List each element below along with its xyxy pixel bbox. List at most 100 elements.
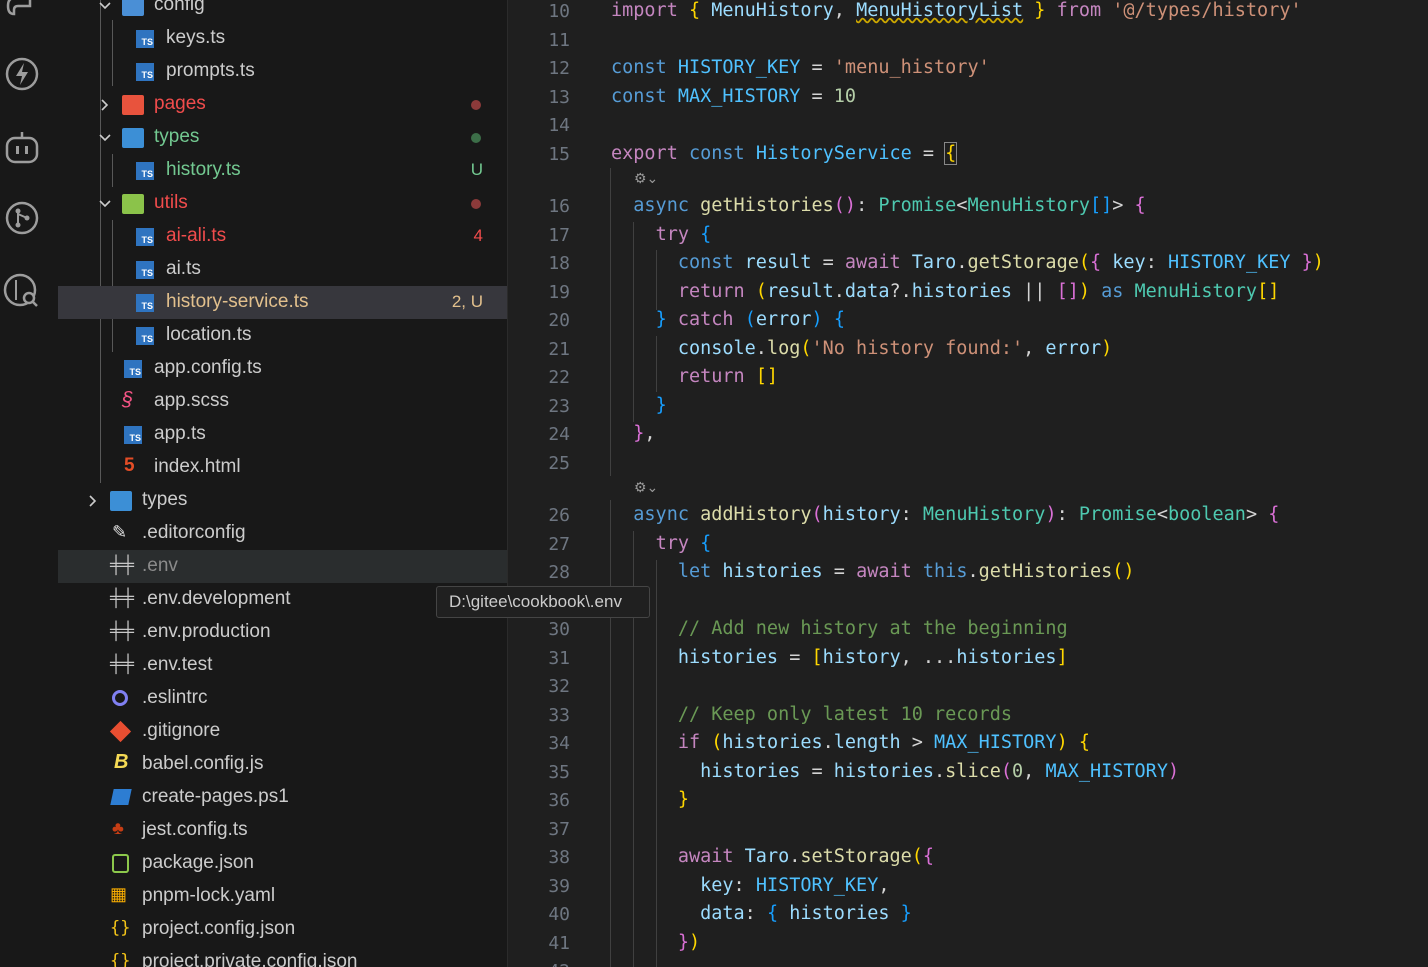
code-editor[interactable]: 10 11 12 13 14 15 16 17 18 19 20 21 22 2…	[508, 0, 1428, 967]
code-line: console.log('No history found:', error)	[677, 338, 1113, 359]
tree-item-label: keys.ts	[166, 27, 226, 48]
tree-item-utils[interactable]: utils	[58, 187, 507, 220]
line-number: 18	[548, 253, 570, 274]
line-number: 40	[548, 904, 570, 925]
python-icon[interactable]	[2, 0, 42, 26]
tree-item-label: pages	[154, 93, 206, 114]
line-number: 28	[548, 562, 570, 583]
tree-item-config[interactable]: config	[58, 0, 507, 22]
tree-item-app-ts[interactable]: TS app.ts	[58, 418, 507, 451]
copilot-lens-icon[interactable]: ⚙⌄	[634, 479, 658, 496]
code-line: const MAX_HISTORY = 10	[611, 86, 857, 107]
tree-item-create-pages-ps1[interactable]: create-pages.ps1	[58, 781, 507, 814]
copilot-lens-icon[interactable]: ⚙⌄	[634, 170, 658, 187]
tree-item-project-config-json[interactable]: {} project.config.json	[58, 913, 507, 946]
line-number: 14	[548, 115, 570, 136]
file-path-tooltip: D:\gitee\cookbook\.env	[436, 586, 650, 618]
env-file-icon: ╪╪	[110, 588, 135, 607]
code-line: let histories = await this.getHistories(…	[677, 561, 1135, 582]
powershell-icon	[110, 789, 132, 805]
copilot-icon[interactable]	[2, 128, 42, 168]
git-lens-icon[interactable]	[2, 270, 42, 310]
tree-item-types-root[interactable]: types	[58, 484, 507, 517]
code-line: // Add new history at the beginning	[677, 618, 1068, 639]
tree-item-label: .gitignore	[142, 720, 221, 741]
line-number: 34	[548, 733, 570, 754]
tree-item-env-test[interactable]: ╪╪ .env.test	[58, 649, 507, 682]
tree-item-jest-config-ts[interactable]: ♣ jest.config.ts	[58, 814, 507, 847]
code-line: }	[655, 395, 667, 416]
tree-item-ai-ali-ts[interactable]: TS ai-ali.ts 4	[58, 220, 507, 253]
tree-item-label: .editorconfig	[142, 522, 246, 543]
lightning-icon[interactable]	[2, 54, 42, 94]
line-number: 42	[508, 961, 570, 967]
modified-dot	[471, 100, 481, 110]
line-number: 17	[548, 225, 570, 246]
line-number: 21	[548, 339, 570, 360]
tree-item-eslintrc[interactable]: .eslintrc	[58, 682, 507, 715]
tree-item-label: pnpm-lock.yaml	[142, 885, 276, 906]
tree-item-env[interactable]: ╪╪ .env	[58, 550, 507, 583]
tree-item-pages[interactable]: pages	[58, 88, 507, 121]
line-number: 38	[548, 847, 570, 868]
problem-count-badge: 4	[473, 226, 483, 245]
sass-file-icon: §	[122, 389, 134, 411]
tree-item-package-json[interactable]: package.json	[58, 847, 507, 880]
line-number: 20	[548, 310, 570, 331]
tree-item-app-scss[interactable]: § app.scss	[58, 385, 507, 418]
tree-item-ai-ts[interactable]: TS ai.ts	[58, 253, 507, 286]
chevron-right-icon	[89, 495, 97, 507]
tree-item-app-config-ts[interactable]: TS app.config.ts	[58, 352, 507, 385]
code-line: histories = [history, ...histories]	[677, 647, 1068, 668]
tree-item-index-html[interactable]: 5 index.html	[58, 451, 507, 484]
code-line: })	[677, 932, 701, 953]
folder-pages-icon	[122, 95, 144, 115]
typescript-file-icon: TS	[136, 63, 154, 81]
tree-item-editorconfig[interactable]: ✎ .editorconfig	[58, 517, 507, 550]
line-number: 27	[548, 534, 570, 555]
jest-icon: ♣	[112, 818, 124, 838]
untracked-dot	[471, 133, 481, 143]
json-file-icon: {}	[110, 951, 131, 967]
git-icon	[109, 720, 132, 743]
tree-item-gitignore[interactable]: .gitignore	[58, 715, 507, 748]
typescript-file-icon: TS	[124, 426, 142, 444]
env-file-icon: ╪╪	[110, 621, 135, 640]
tree-item-keys-ts[interactable]: TS keys.ts	[58, 22, 507, 55]
line-number: 35	[548, 762, 570, 783]
tree-item-label: create-pages.ps1	[142, 786, 289, 807]
typescript-file-icon: TS	[136, 162, 154, 180]
line-number: 24	[548, 424, 570, 445]
line-number: 33	[548, 705, 570, 726]
env-file-icon: ╪╪	[110, 654, 135, 673]
folder-types-icon	[110, 491, 132, 511]
line-number: 41	[548, 933, 570, 954]
code-line: histories = histories.slice(0, MAX_HISTO…	[700, 761, 1180, 782]
tree-item-pnpm-lock-yaml[interactable]: ▦ pnpm-lock.yaml	[58, 880, 507, 913]
tree-item-babel-config-js[interactable]: B babel.config.js	[58, 748, 507, 781]
tree-item-env-production[interactable]: ╪╪ .env.production	[58, 616, 507, 649]
code-line: }	[677, 789, 689, 810]
chevron-down-icon	[99, 200, 111, 208]
tree-item-label: config	[154, 0, 205, 15]
tree-item-label: types	[142, 489, 188, 510]
modified-dot	[471, 199, 481, 209]
babel-icon: B	[114, 751, 129, 773]
line-number: 16	[548, 196, 570, 217]
env-file-icon: ╪╪	[110, 555, 135, 574]
tree-item-history-ts[interactable]: TS history.ts U	[58, 154, 507, 187]
typescript-file-icon: TS	[136, 228, 154, 246]
json-file-icon: {}	[110, 918, 131, 938]
source-control-icon[interactable]	[2, 198, 42, 238]
tree-item-types-folder[interactable]: types	[58, 121, 507, 154]
code-line: await Taro.setStorage({	[677, 846, 935, 867]
tree-item-project-private-config-json[interactable]: {} project.private.config.json	[58, 946, 507, 967]
tree-item-prompts-ts[interactable]: TS prompts.ts	[58, 55, 507, 88]
git-status-badge: 2, U	[451, 292, 483, 311]
code-line: // Keep only latest 10 records	[677, 704, 1012, 725]
line-number: 32	[548, 676, 570, 697]
tree-item-history-service-ts[interactable]: TS history-service.ts 2, U	[58, 286, 507, 319]
tree-item-label: prompts.ts	[166, 60, 255, 81]
tree-item-location-ts[interactable]: TS location.ts	[58, 319, 507, 352]
line-number: 10	[548, 1, 570, 22]
